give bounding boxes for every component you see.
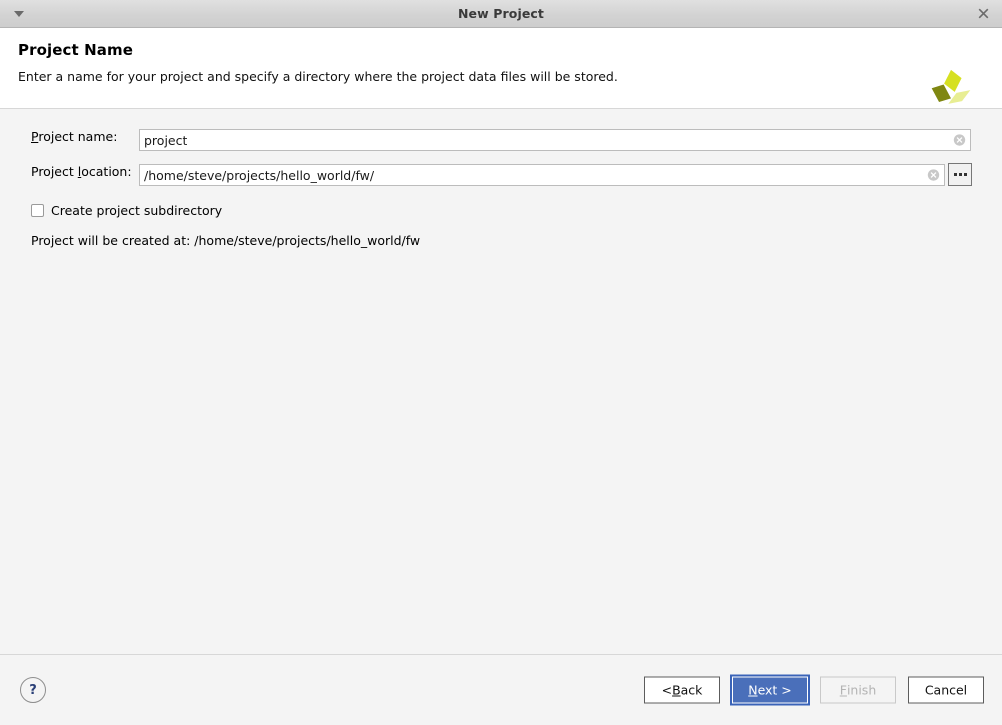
new-project-dialog: New Project Project Name Enter a name fo… <box>0 0 1002 725</box>
create-subdirectory-label: Create project subdirectory <box>51 203 223 218</box>
create-subdirectory-checkbox[interactable] <box>31 204 44 217</box>
dialog-header: Project Name Enter a name for your proje… <box>0 28 1002 109</box>
dialog-footer: ? < Back Next > Finish Cancel <box>0 654 1002 725</box>
project-name-input[interactable]: project <box>139 129 971 151</box>
project-name-row: Project name: <box>31 129 139 144</box>
ellipsis-icon <box>953 173 957 176</box>
pinwheel-logo <box>931 69 971 104</box>
page-title: Project Name <box>18 41 133 59</box>
create-subdirectory-checkbox-row[interactable]: Create project subdirectory <box>31 203 222 218</box>
footer-button-group: < Back Next > Finish Cancel <box>644 674 984 706</box>
chevron-down-icon <box>14 10 24 17</box>
next-button[interactable]: Next > <box>730 674 810 706</box>
ellipsis-icon <box>958 173 962 176</box>
question-mark-icon: ? <box>29 682 37 698</box>
browse-directory-button[interactable] <box>948 163 972 186</box>
project-location-value: /home/steve/projects/hello_world/fw/ <box>144 167 375 183</box>
project-location-label: Project location: <box>31 164 132 179</box>
project-name-value: project <box>144 132 188 148</box>
project-location-input[interactable]: /home/steve/projects/hello_world/fw/ <box>139 164 945 186</box>
help-button[interactable]: ? <box>20 677 46 703</box>
dialog-body: Project name: project Project location: … <box>0 109 1002 654</box>
project-path-status: Project will be created at: /home/steve/… <box>31 233 421 248</box>
window-title: New Project <box>458 6 544 21</box>
clear-circle-icon[interactable] <box>953 134 966 147</box>
finish-button[interactable]: Finish <box>820 676 896 704</box>
page-subtitle: Enter a name for your project and specif… <box>18 69 618 84</box>
project-location-row: Project location: <box>31 164 139 179</box>
ellipsis-icon <box>963 173 967 176</box>
project-name-label: Project name: <box>31 129 118 144</box>
clear-circle-icon[interactable] <box>927 169 940 182</box>
cancel-button[interactable]: Cancel <box>908 676 984 704</box>
back-button[interactable]: < Back <box>644 676 720 704</box>
close-button[interactable] <box>970 0 996 27</box>
close-icon <box>978 8 988 19</box>
window-menu-button[interactable] <box>6 0 32 27</box>
title-bar: New Project <box>0 0 1002 28</box>
